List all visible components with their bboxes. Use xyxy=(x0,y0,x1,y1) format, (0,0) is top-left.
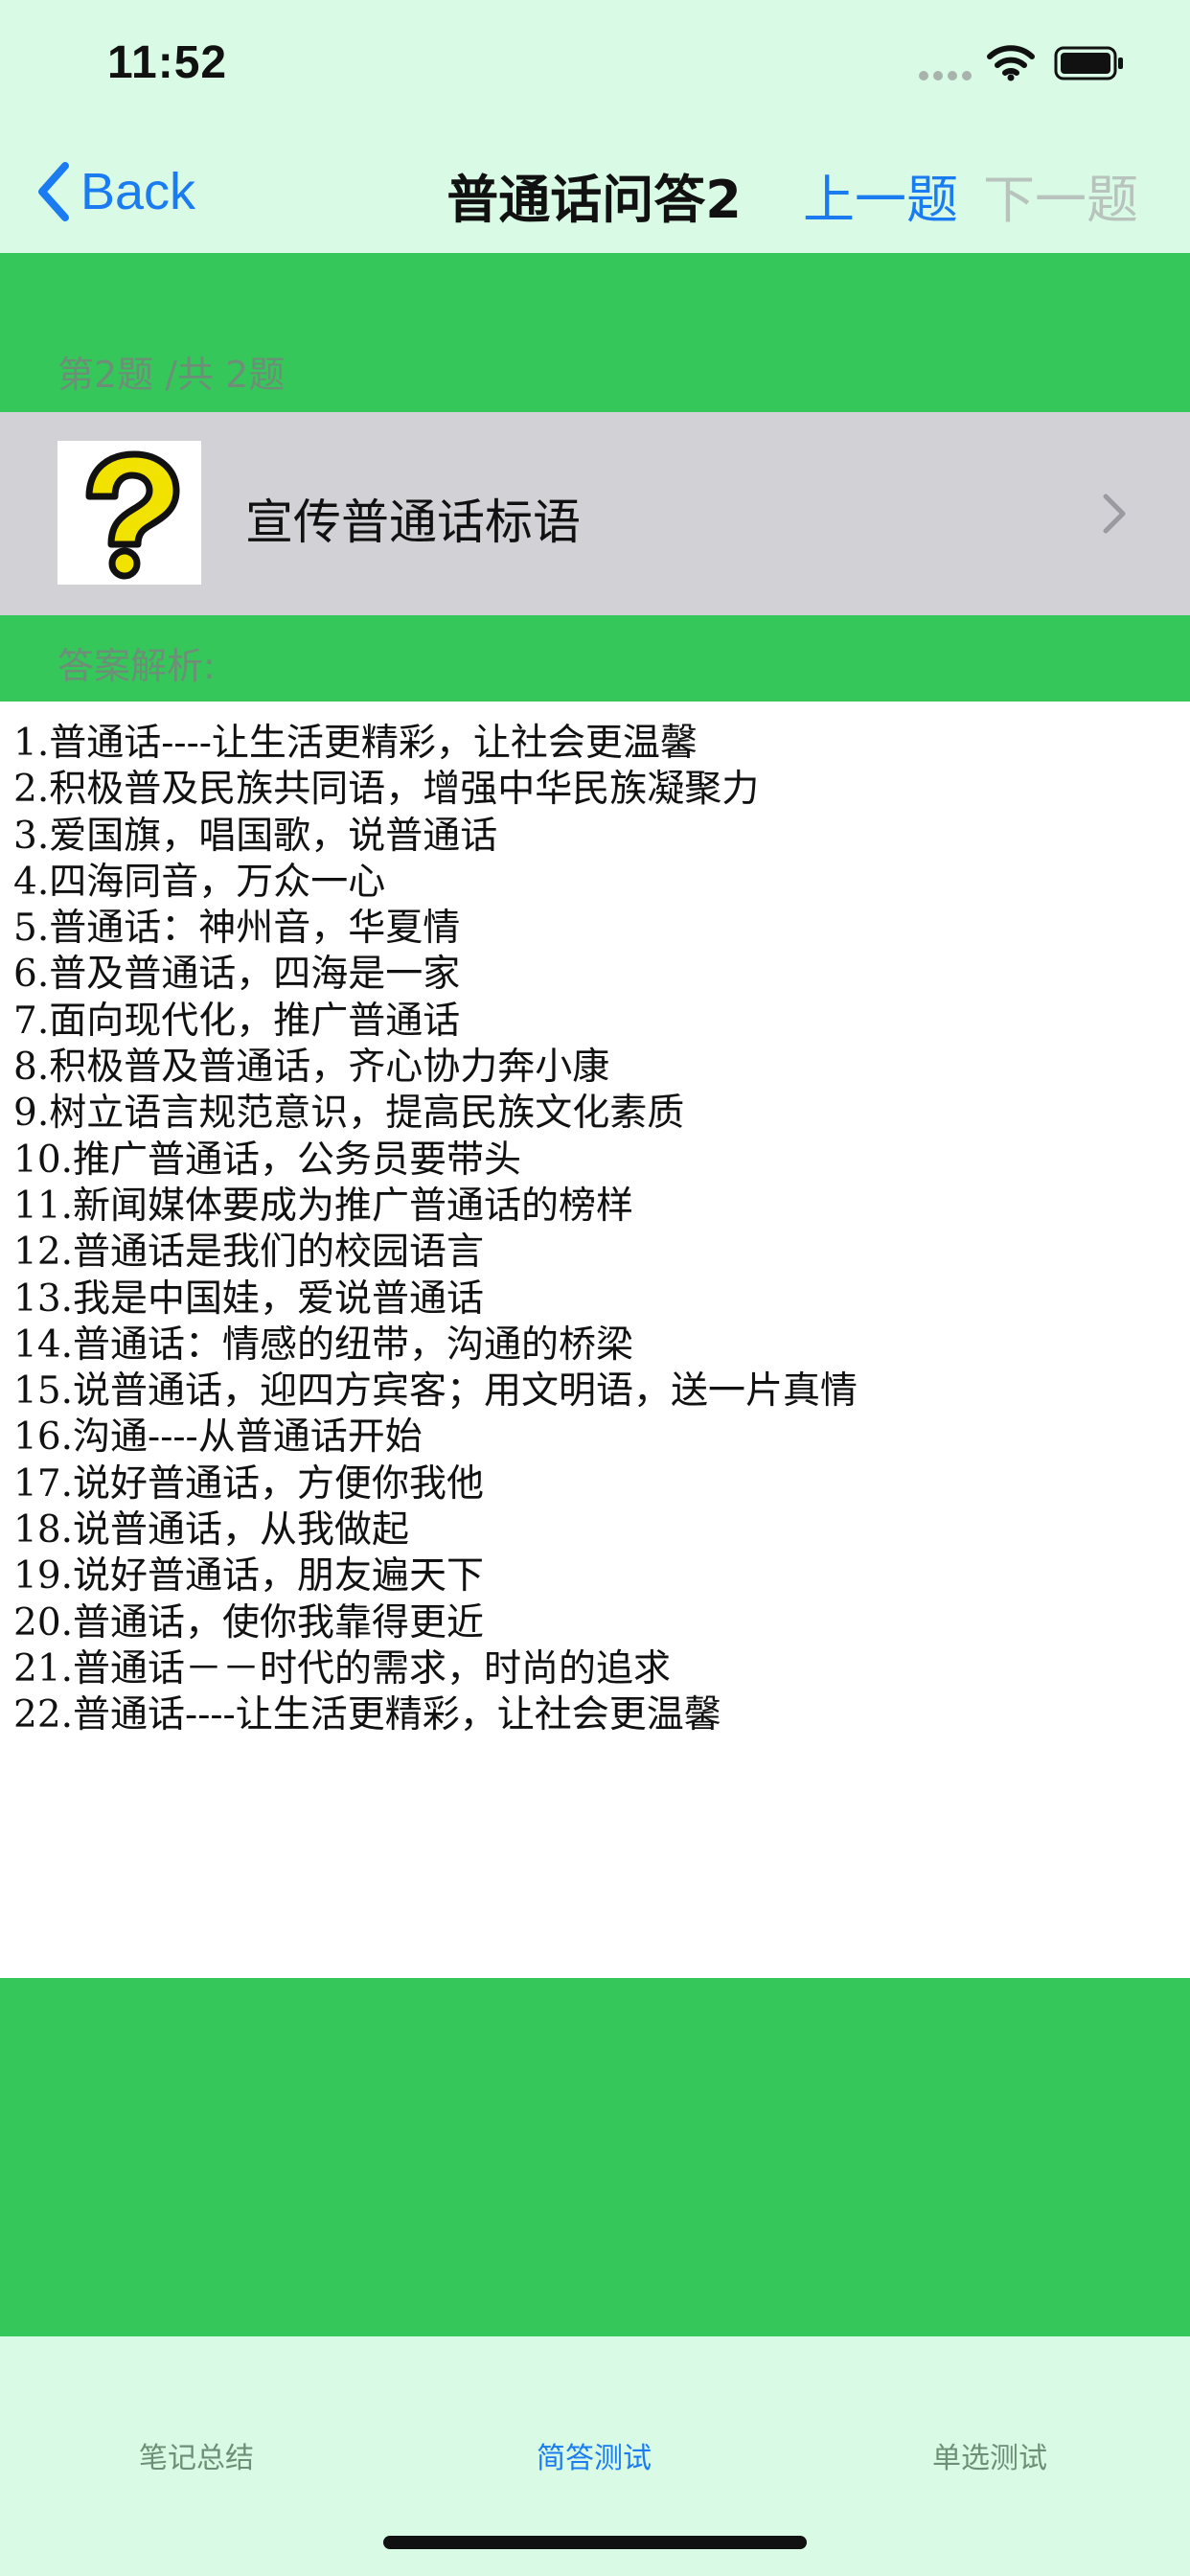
answer-list: 1.普通话----让生活更精彩，让社会更温馨 2.积极普及民族共同语，增强中华民… xyxy=(13,721,1173,1739)
answer-line: 21.普通话－－时代的需求，时尚的追求 xyxy=(13,1646,672,1690)
answer-line: 17.说好普通话，方便你我他 xyxy=(13,1461,485,1506)
home-indicator xyxy=(383,2536,807,2549)
answer-line: 14.普通话：情感的纽带，沟通的桥梁 xyxy=(13,1322,634,1367)
answer-line: 5.普通话：神州音，华夏情 xyxy=(13,907,461,951)
answer-line: 16.沟通----从普通话开始 xyxy=(13,1415,423,1460)
tab-single-choice-test[interactable]: 单选测试 xyxy=(846,2434,1133,2476)
question-title: 宣传普通话标语 xyxy=(245,494,581,550)
answer-line: 10.推广普通话，公务员要带头 xyxy=(13,1138,522,1182)
answer-line: 11.新闻媒体要成为推广普通话的榜样 xyxy=(13,1184,634,1228)
answer-line: 19.说好普通话，朋友遍天下 xyxy=(13,1554,485,1598)
answer-line: 4.四海同音，万众一心 xyxy=(13,860,386,904)
tab-notes-summary[interactable]: 笔记总结 xyxy=(53,2434,340,2476)
footer-panel xyxy=(0,1978,1190,2336)
battery-icon xyxy=(1054,46,1123,80)
tab-short-answer-test[interactable]: 简答测试 xyxy=(450,2434,738,2476)
chevron-left-icon xyxy=(38,162,69,221)
answer-line: 18.说普通话，从我做起 xyxy=(13,1508,410,1552)
answer-line: 15.说普通话，迎四方宾客；用文明语，送一片真情 xyxy=(13,1369,858,1414)
wifi-icon xyxy=(987,45,1035,81)
previous-question-button[interactable]: 上一题 xyxy=(803,157,958,233)
answer-line: 7.面向现代化，推广普通话 xyxy=(13,999,461,1043)
question-mark-icon xyxy=(57,441,201,585)
answer-line: 3.爱国旗，唱国歌，说普通话 xyxy=(13,814,498,858)
next-question-button[interactable]: 下一题 xyxy=(983,157,1138,233)
answer-line: 22.普通话----让生活更精彩，让社会更温馨 xyxy=(13,1693,721,1737)
page-title: 普通话问答2 xyxy=(446,170,742,230)
question-progress-label: 第2题 /共 2题 xyxy=(57,354,286,396)
back-button[interactable]: Back xyxy=(34,153,195,230)
answer-line: 2.积极普及民族共同语，增强中华民族凝聚力 xyxy=(13,768,760,812)
back-label: Back xyxy=(80,163,196,220)
answer-analysis-label: 答案解析: xyxy=(57,645,216,687)
chevron-right-icon xyxy=(1103,494,1126,534)
answer-line: 20.普通话，使你我靠得更近 xyxy=(13,1600,485,1644)
answer-line: 6.普及普通话，四海是一家 xyxy=(13,953,461,997)
answer-line: 12.普通话是我们的校园语言 xyxy=(13,1230,485,1275)
cellular-signal-icon xyxy=(919,71,972,80)
answer-line: 1.普通话----让生活更精彩，让社会更温馨 xyxy=(13,722,698,765)
answer-line: 8.积极普及普通话，齐心协力奔小康 xyxy=(13,1046,610,1090)
answer-line: 13.我是中国娃，爱说普通话 xyxy=(13,1276,485,1321)
status-time: 11:52 xyxy=(107,37,228,88)
answer-line: 9.树立语言规范意识，提高民族文化素质 xyxy=(13,1092,685,1136)
